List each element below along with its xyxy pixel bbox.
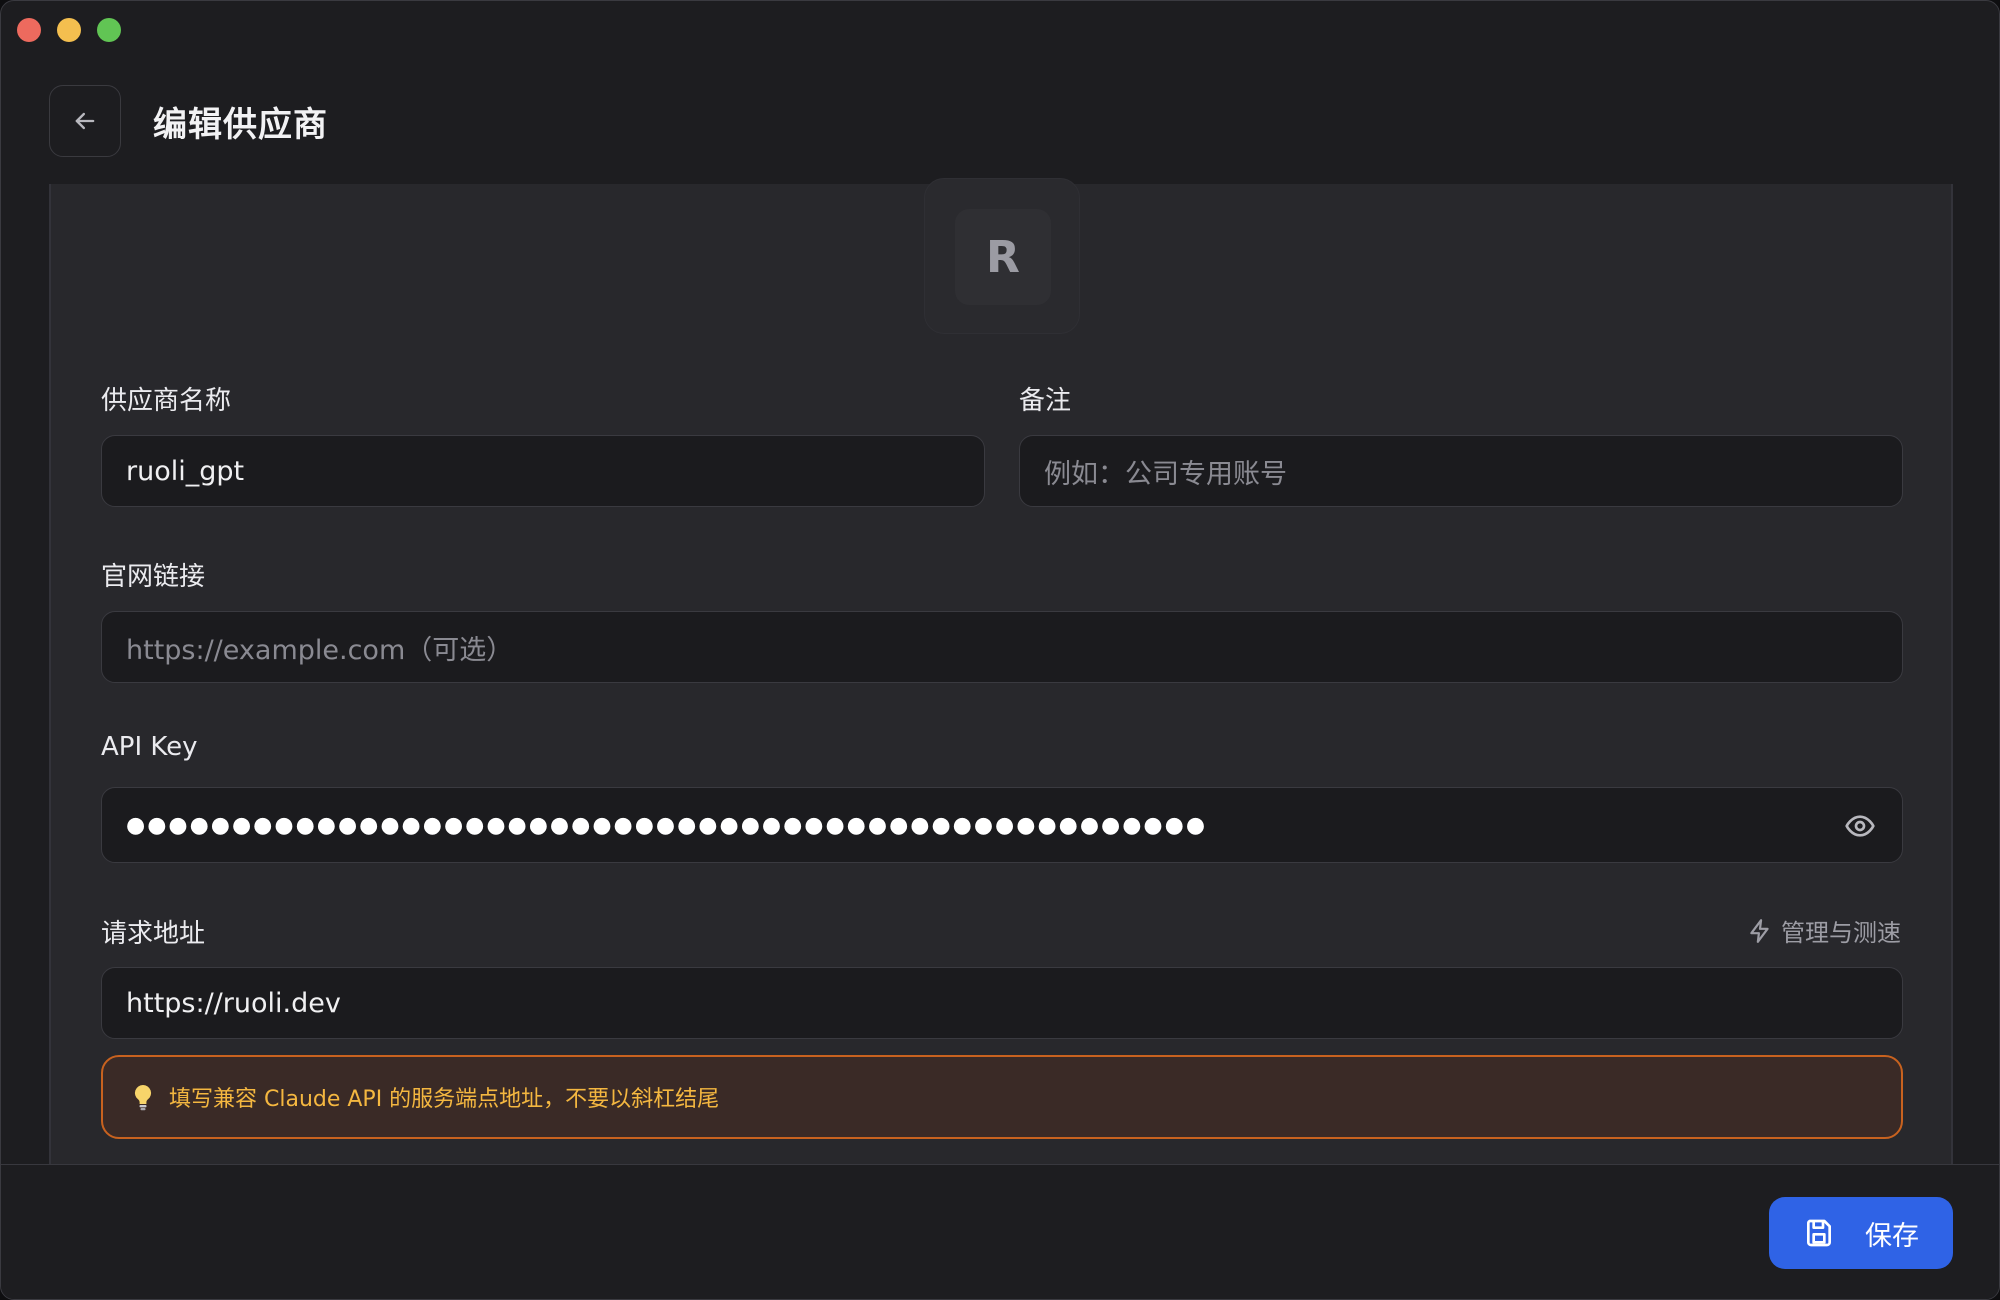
apikey-input[interactable]: ●●●●●●●●●●●●●●●●●●●●●●●●●●●●●●●●●●●●●●●●…	[101, 787, 1903, 863]
provider-name-value: ruoli_gpt	[126, 455, 245, 487]
endpoint-label: 请求地址	[101, 919, 206, 949]
hint-text: 填写兼容 Claude API 的服务端点地址，不要以斜杠结尾	[169, 1087, 720, 1112]
note-placeholder: 例如：公司专用账号	[1044, 458, 1287, 490]
window-controls	[17, 18, 121, 42]
footer-bar: 保存	[1, 1164, 1999, 1299]
manage-speedtest-label: 管理与测速	[1781, 919, 1901, 947]
website-label: 官网链接	[101, 562, 206, 592]
lightbulb-icon	[134, 1084, 152, 1111]
minimize-window-button[interactable]	[57, 18, 81, 42]
endpoint-value: https://ruoli.dev	[126, 987, 341, 1019]
page-header: 编辑供应商	[49, 85, 328, 157]
note-label: 备注	[1019, 386, 1072, 416]
endpoint-hint: 填写兼容 Claude API 的服务端点地址，不要以斜杠结尾	[101, 1055, 1903, 1139]
endpoint-input[interactable]: https://ruoli.dev	[101, 967, 1903, 1039]
page-title: 编辑供应商	[153, 104, 328, 145]
website-input[interactable]: https://example.com（可选）	[101, 611, 1903, 683]
provider-name-input[interactable]: ruoli_gpt	[101, 435, 985, 507]
eye-icon[interactable]	[1844, 810, 1876, 849]
provider-avatar[interactable]: R	[955, 209, 1051, 305]
floppy-disk-icon	[1806, 1219, 1831, 1247]
maximize-window-button[interactable]	[97, 18, 121, 42]
manage-speedtest-link[interactable]: 管理与测速	[1747, 913, 1901, 948]
app-window: 编辑供应商 R 供应商名称 ruoli_gpt 备注 例如：公司专用账号 官网链…	[0, 0, 2000, 1300]
back-arrow-icon	[75, 112, 95, 130]
note-input[interactable]: 例如：公司专用账号	[1019, 435, 1903, 507]
close-window-button[interactable]	[17, 18, 41, 42]
back-button[interactable]	[49, 85, 121, 157]
apikey-label: API Key	[101, 732, 198, 762]
website-placeholder: https://example.com（可选）	[126, 634, 514, 666]
save-button[interactable]: 保存	[1769, 1197, 1953, 1269]
provider-avatar-frame: R	[924, 178, 1080, 334]
apikey-masked-value: ●●●●●●●●●●●●●●●●●●●●●●●●●●●●●●●●●●●●●●●●…	[126, 812, 1208, 838]
lightning-icon	[1750, 918, 1769, 943]
name-label: 供应商名称	[101, 386, 232, 416]
save-label: 保存	[1865, 1220, 1919, 1252]
form-panel: R 供应商名称 ruoli_gpt 备注 例如：公司专用账号 官网链接 http…	[49, 178, 1953, 1164]
